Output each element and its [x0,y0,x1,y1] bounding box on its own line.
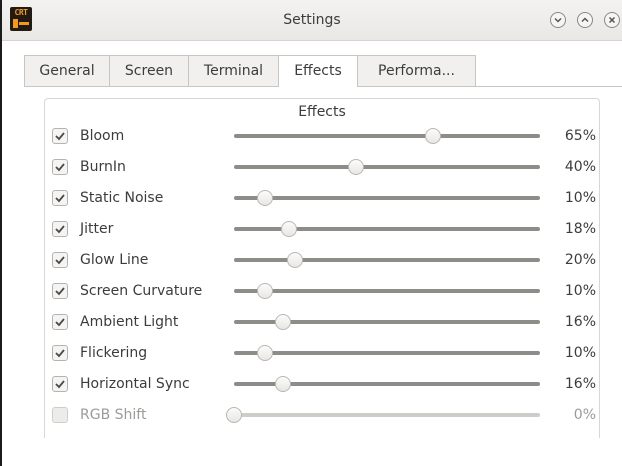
horizontal-sync-slider-handle[interactable] [274,376,291,392]
check-icon [55,380,65,389]
flickering-checkbox[interactable] [52,345,68,361]
effects-group-title: Effects [298,104,346,120]
effect-row-screen-curvature: Screen Curvature 10% [52,277,602,305]
burnin-slider-handle[interactable] [348,159,365,175]
maximize-button[interactable] [577,12,593,28]
effect-row-jitter: Jitter 18% [52,215,602,243]
check-icon [55,132,65,141]
jitter-slider-handle[interactable] [281,221,298,237]
flickering-label: Flickering [80,345,148,361]
check-icon [55,194,65,203]
static-noise-checkbox[interactable] [52,190,68,206]
check-icon [55,349,65,358]
screen-curvature-label: Screen Curvature [80,283,203,299]
rgb-shift-checkbox[interactable] [52,407,68,423]
tab-screen[interactable]: Screen [109,55,189,86]
bloom-checkbox[interactable] [52,128,68,144]
ambient-light-slider[interactable] [234,314,540,330]
rgb-shift-slider[interactable] [226,407,540,423]
burnin-slider[interactable] [234,159,540,175]
screen-curvature-slider-handle[interactable] [256,283,273,299]
glow-line-label: Glow Line [80,252,149,268]
screen-curvature-value: 10% [564,283,596,299]
ambient-light-value: 16% [564,314,596,330]
flickering-slider-handle[interactable] [256,345,273,361]
static-noise-value: 10% [564,190,596,206]
bloom-label: Bloom [80,128,125,144]
static-noise-slider-handle[interactable] [256,190,273,206]
burnin-value: 40% [564,159,596,175]
flickering-value: 10% [564,345,596,361]
check-icon [55,287,65,296]
horizontal-sync-checkbox[interactable] [52,376,68,392]
effect-row-rgb-shift: RGB Shift 0% [52,401,602,429]
horizontal-sync-slider[interactable] [234,376,540,392]
tab-general[interactable]: General [24,55,110,86]
flickering-slider[interactable] [234,345,540,361]
ambient-light-label: Ambient Light [80,314,179,330]
jitter-value: 18% [564,221,596,237]
effect-row-burnin: BurnIn 40% [52,153,602,181]
ambient-light-checkbox[interactable] [52,314,68,330]
bloom-slider[interactable] [234,128,540,144]
horizontal-sync-label: Horizontal Sync [80,376,190,392]
horizontal-sync-value: 16% [564,376,596,392]
effect-row-horizontal-sync: Horizontal Sync 16% [52,370,602,398]
chevron-up-icon [581,17,589,23]
glow-line-slider-handle[interactable] [287,252,304,268]
jitter-slider[interactable] [234,221,540,237]
glow-line-slider[interactable] [234,252,540,268]
effect-row-flickering: Flickering 10% [52,339,602,367]
bloom-slider-handle[interactable] [424,128,441,144]
effect-row-glow-line: Glow Line 20% [52,246,602,274]
tab-effects[interactable]: Effects [278,55,358,87]
glow-line-value: 20% [564,252,596,268]
effect-row-bloom: Bloom 65% [52,122,602,150]
check-icon [55,225,65,234]
effect-row-static-noise: Static Noise 10% [52,184,602,212]
screen-curvature-checkbox[interactable] [52,283,68,299]
chevron-down-icon [554,17,562,23]
burnin-label: BurnIn [80,159,126,175]
window-left-edge [0,0,2,466]
title-bar[interactable]: CRT Settings [2,0,622,41]
jitter-label: Jitter [80,221,114,237]
effect-row-ambient-light: Ambient Light 16% [52,308,602,336]
bloom-value: 65% [564,128,596,144]
burnin-checkbox[interactable] [52,159,68,175]
rgb-shift-value: 0% [573,407,596,423]
static-noise-slider[interactable] [234,190,540,206]
window-title: Settings [283,12,341,28]
glow-line-checkbox[interactable] [52,252,68,268]
check-icon [55,163,65,172]
minimize-button[interactable] [550,12,566,28]
ambient-light-slider-handle[interactable] [274,314,291,330]
rgb-shift-slider-handle[interactable] [226,407,242,423]
close-icon [608,16,616,24]
jitter-checkbox[interactable] [52,221,68,237]
close-button[interactable] [604,12,620,28]
rgb-shift-label: RGB Shift [80,407,147,423]
screen-curvature-slider[interactable] [234,283,540,299]
check-icon [55,256,65,265]
check-icon [55,318,65,327]
tab-terminal[interactable]: Terminal [188,55,279,86]
static-noise-label: Static Noise [80,190,164,206]
tab-performance[interactable]: Performa... [357,55,476,86]
